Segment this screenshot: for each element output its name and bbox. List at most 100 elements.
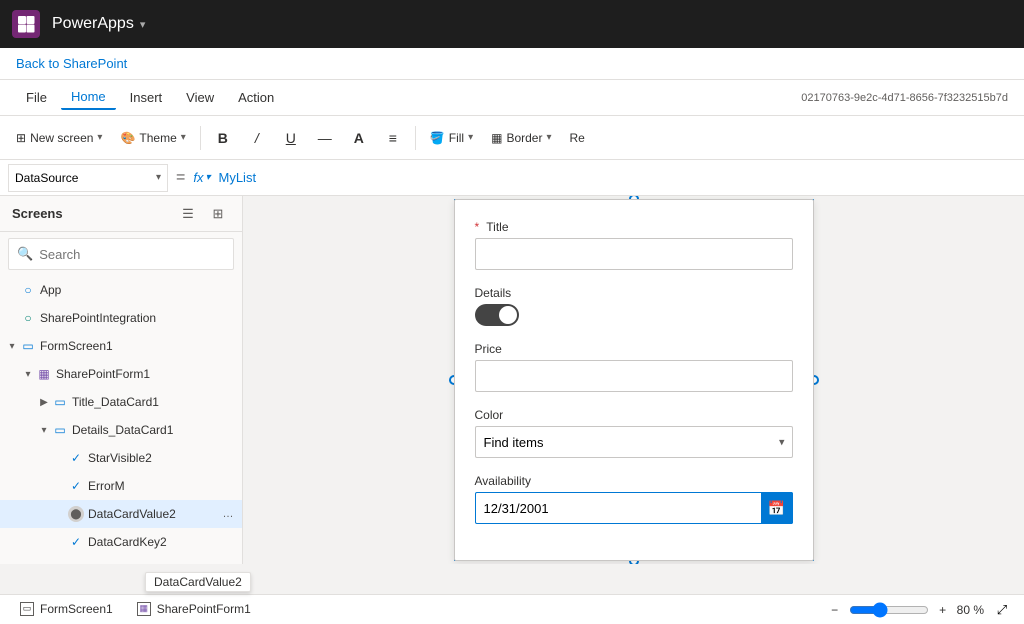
- details-toggle[interactable]: [475, 304, 519, 326]
- zoom-in-button[interactable]: +: [933, 600, 953, 620]
- availability-date-input[interactable]: [475, 492, 793, 524]
- control-icon: ✓: [68, 478, 84, 494]
- form-field-details: Details: [475, 286, 793, 326]
- sidebar-item-title-datacard1[interactable]: ▶ ▭ Title_DataCard1: [0, 388, 242, 416]
- starvisible2-label: StarVisible2: [88, 451, 238, 465]
- formula-equals-sign: =: [176, 169, 185, 187]
- tab-sharepointform1-label: SharePointForm1: [157, 602, 251, 616]
- formula-dropdown[interactable]: DataSource ▾: [8, 164, 168, 192]
- sidebar-item-price-datacard1[interactable]: ▶ ▭ Price_DataCard1: [0, 556, 242, 564]
- status-bar: ▭ FormScreen1 ▦ SharePointForm1 − + 80 %…: [0, 594, 1024, 624]
- details-datacard1-label: Details_DataCard1: [72, 423, 238, 437]
- back-to-sharepoint-link[interactable]: Back to SharePoint: [16, 56, 127, 71]
- formula-fx-chevron-icon: ▾: [205, 172, 210, 183]
- form-label-price: Price: [475, 342, 793, 356]
- app-name-chevron[interactable]: ▾: [140, 18, 146, 31]
- sharepoint-integration-icon: ○: [20, 310, 36, 326]
- font-color-button[interactable]: A: [343, 122, 375, 154]
- expand-icon: ▾: [36, 425, 52, 436]
- border-button[interactable]: ▦ Border ▾: [483, 127, 559, 149]
- canvas-area: * Title Details Price: [243, 196, 1024, 564]
- search-icon: 🔍: [17, 246, 33, 262]
- sidebar-list-view-button[interactable]: ☰: [176, 202, 200, 226]
- search-input[interactable]: [39, 247, 225, 262]
- zoom-out-button[interactable]: −: [825, 600, 845, 620]
- sidebar-item-formscreen1[interactable]: ▾ ▭ FormScreen1: [0, 332, 242, 360]
- app-icon: ○: [20, 282, 36, 298]
- calendar-button[interactable]: 📅: [761, 492, 793, 524]
- search-box: 🔍: [8, 238, 234, 270]
- form-canvas: * Title Details Price: [454, 199, 814, 561]
- align-left-button[interactable]: ≡: [377, 122, 409, 154]
- title-datacard1-label: Title_DataCard1: [72, 395, 238, 409]
- color-select[interactable]: Find items: [475, 426, 793, 458]
- zoom-controls: − + 80 %: [825, 600, 984, 620]
- sidebar-grid-view-button[interactable]: ⊞: [206, 202, 230, 226]
- sidebar-item-sharepointintegration[interactable]: ○ SharePointIntegration: [0, 304, 242, 332]
- app-logo: [12, 10, 40, 38]
- theme-button[interactable]: 🎨 Theme ▾: [112, 127, 193, 149]
- sidebar-title: Screens: [12, 206, 63, 221]
- status-bar-right: − + 80 % ⤢: [825, 600, 1012, 620]
- main-area: Screens ☰ ⊞ 🔍 ○ App ○ SharePoin: [0, 196, 1024, 564]
- app-name: PowerApps ▾: [52, 15, 145, 33]
- theme-icon: 🎨: [120, 131, 135, 145]
- card-icon: ▭: [52, 562, 68, 564]
- zoom-slider[interactable]: [849, 602, 929, 618]
- new-screen-icon: ⊞: [16, 131, 26, 145]
- strikethrough-button[interactable]: —: [309, 122, 341, 154]
- datacardkey2-label: DataCardKey2: [88, 535, 238, 549]
- sidebar-item-sharepointform1[interactable]: ▾ ▦ SharePointForm1: [0, 360, 242, 388]
- toolbar-separator-2: [415, 126, 416, 150]
- formula-dropdown-chevron-icon: ▾: [156, 172, 161, 183]
- toggle-icon: ⬤: [68, 506, 84, 522]
- zoom-value: 80 %: [957, 603, 984, 617]
- price-input[interactable]: [475, 360, 793, 392]
- sidebar-item-app[interactable]: ○ App: [0, 276, 242, 304]
- control-icon: ✓: [68, 534, 84, 550]
- new-screen-button[interactable]: ⊞ New screen ▾: [8, 127, 110, 149]
- menu-item-home[interactable]: Home: [61, 85, 116, 110]
- fill-icon: 🪣: [430, 131, 445, 145]
- fill-button[interactable]: 🪣 Fill ▾: [422, 127, 481, 149]
- form-field-color: Color Find items ▾: [475, 408, 793, 458]
- tab-formscreen1-label: FormScreen1: [40, 602, 113, 616]
- tooltip-datacardvalue2: DataCardValue2: [145, 572, 251, 592]
- sidebar-item-datacardvalue2[interactable]: ⬤ DataCardValue2 …: [0, 500, 242, 528]
- italic-button[interactable]: /: [241, 122, 273, 154]
- screen-tab-icon: ▭: [20, 602, 34, 616]
- calendar-icon: 📅: [768, 500, 785, 517]
- app-label: App: [40, 283, 238, 297]
- sidebar-item-details-datacard1[interactable]: ▾ ▭ Details_DataCard1: [0, 416, 242, 444]
- fit-to-screen-button[interactable]: ⤢: [992, 600, 1012, 620]
- control-icon: ✓: [68, 450, 84, 466]
- sharepointintegration-label: SharePointIntegration: [40, 311, 238, 325]
- expand-icon: ▾: [20, 369, 36, 380]
- menu-item-action[interactable]: Action: [228, 86, 284, 109]
- sidebar-item-errormessage2[interactable]: ✓ ErrorM: [0, 472, 242, 500]
- status-tab-sharepointform1[interactable]: ▦ SharePointForm1: [129, 595, 259, 624]
- formula-fx-button[interactable]: fx ▾: [193, 170, 210, 185]
- form-icon: ▦: [36, 366, 52, 382]
- sidebar-item-starvisible2[interactable]: ✓ StarVisible2: [0, 444, 242, 472]
- underline-button[interactable]: U: [275, 122, 307, 154]
- menu-item-file[interactable]: File: [16, 86, 57, 109]
- border-icon: ▦: [491, 131, 502, 145]
- sidebar-header: Screens ☰ ⊞: [0, 196, 242, 232]
- item-more-options-button[interactable]: …: [218, 504, 238, 524]
- re-button[interactable]: Re: [562, 127, 593, 149]
- title-input[interactable]: [475, 238, 793, 270]
- bold-button[interactable]: B: [207, 122, 239, 154]
- menu-bar: File Home Insert View Action 02170763-9e…: [0, 80, 1024, 116]
- title-bar: PowerApps ▾: [0, 0, 1024, 48]
- menu-item-view[interactable]: View: [176, 86, 224, 109]
- sidebar-item-datacardkey2[interactable]: ✓ DataCardKey2: [0, 528, 242, 556]
- formscreen1-label: FormScreen1: [40, 339, 238, 353]
- expand-icon: ▾: [4, 341, 20, 352]
- menu-item-insert[interactable]: Insert: [120, 86, 173, 109]
- status-tab-formscreen1[interactable]: ▭ FormScreen1: [12, 595, 121, 624]
- form-field-title: * Title: [475, 220, 793, 270]
- datacardvalue2-label: DataCardValue2: [88, 507, 218, 521]
- formula-value[interactable]: MyList: [219, 170, 1017, 185]
- price-datacard1-label: Price_DataCard1: [72, 563, 238, 564]
